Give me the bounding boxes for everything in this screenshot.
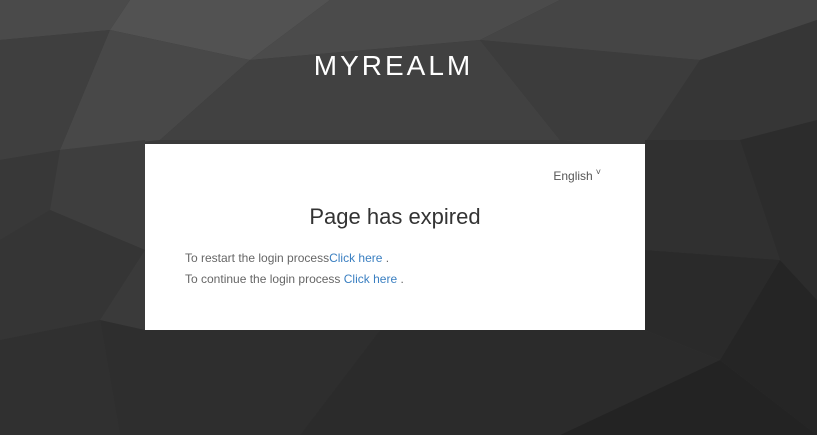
continue-instruction: To continue the login process Click here… [185,273,404,286]
restart-instruction: To restart the login processClick here . [185,252,404,265]
continue-suffix: . [397,272,404,286]
continue-login-link[interactable]: Click here [344,272,397,286]
language-selector[interactable]: English ˅ [553,167,601,183]
chevron-down-icon: ˅ [595,167,601,177]
expired-card: English ˅ Page has expired To restart the… [145,144,645,330]
restart-suffix: . [382,251,390,265]
realm-title: MYREALM [313,50,474,81]
instructions: To restart the login processClick here .… [185,252,404,294]
continue-text: To continue the login process [185,272,344,286]
restart-login-link[interactable]: Click here [329,251,382,265]
language-current: English [553,169,593,183]
page-title: Page has expired [309,204,481,229]
restart-text: To restart the login process [185,251,330,265]
